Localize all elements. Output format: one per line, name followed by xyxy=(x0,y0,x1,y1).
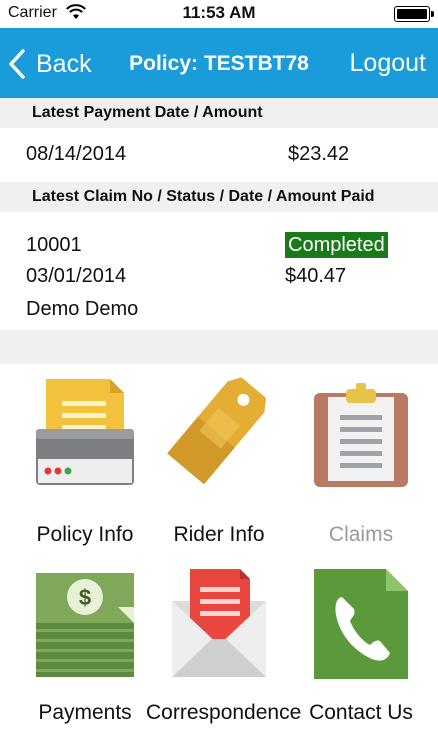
chevron-left-icon xyxy=(8,49,26,79)
payment-section-header: Latest Payment Date / Amount xyxy=(0,98,438,128)
back-label: Back xyxy=(36,49,92,78)
payments-label: Payments xyxy=(38,701,132,724)
phone-icon xyxy=(310,567,412,690)
claim-header-label: Latest Claim No / Status / Date / Amount… xyxy=(32,188,375,205)
price-tag-icon xyxy=(165,373,273,496)
contact-us-label: Contact Us xyxy=(309,701,413,724)
claim-section: 10001 Completed 03/01/2014 $40.47 Demo D… xyxy=(0,212,438,330)
claim-section-header: Latest Claim No / Status / Date / Amount… xyxy=(0,182,438,212)
section-divider xyxy=(0,330,438,364)
claim-date: 03/01/2014 xyxy=(26,265,127,287)
rider-info-label: Rider Info xyxy=(173,523,265,546)
clock: 11:53 AM xyxy=(182,3,256,22)
policy-info-label: Policy Info xyxy=(36,523,134,546)
navigation-bar: Back Policy: TESTBT78 Logout xyxy=(0,28,438,98)
claims-button[interactable]: Claims xyxy=(288,373,434,553)
svg-text:$: $ xyxy=(79,585,91,610)
payment-date: 08/14/2014 xyxy=(26,143,127,165)
claim-amount-paid: $40.47 xyxy=(285,265,347,287)
back-button[interactable]: Back xyxy=(8,48,92,80)
claim-name: Demo Demo xyxy=(26,298,139,320)
correspondence-label: Correspondence xyxy=(146,701,302,724)
claim-number: 10001 xyxy=(26,234,82,256)
policy-info-button[interactable]: Policy Info xyxy=(12,373,158,553)
clipboard-icon xyxy=(310,373,412,496)
payment-section: 08/14/2014 $23.42 xyxy=(0,128,438,182)
money-stack-icon: $ xyxy=(34,567,136,690)
payments-button[interactable]: $ Payments xyxy=(12,567,158,747)
status-badge: Completed xyxy=(285,232,388,258)
payment-header-label: Latest Payment Date / Amount xyxy=(32,104,263,121)
battery-icon xyxy=(394,6,434,22)
logout-button[interactable]: Logout xyxy=(350,49,426,78)
claims-label: Claims xyxy=(328,523,394,546)
envelope-letter-icon xyxy=(168,567,270,690)
rider-info-button[interactable]: Rider Info xyxy=(146,373,292,553)
printer-document-icon xyxy=(34,373,136,496)
contact-us-button[interactable]: Contact Us xyxy=(288,567,434,747)
status-bar: Carrier 11:53 AM xyxy=(0,0,438,28)
correspondence-button[interactable]: Correspondence xyxy=(146,567,302,747)
payment-amount: $23.42 xyxy=(288,143,350,165)
